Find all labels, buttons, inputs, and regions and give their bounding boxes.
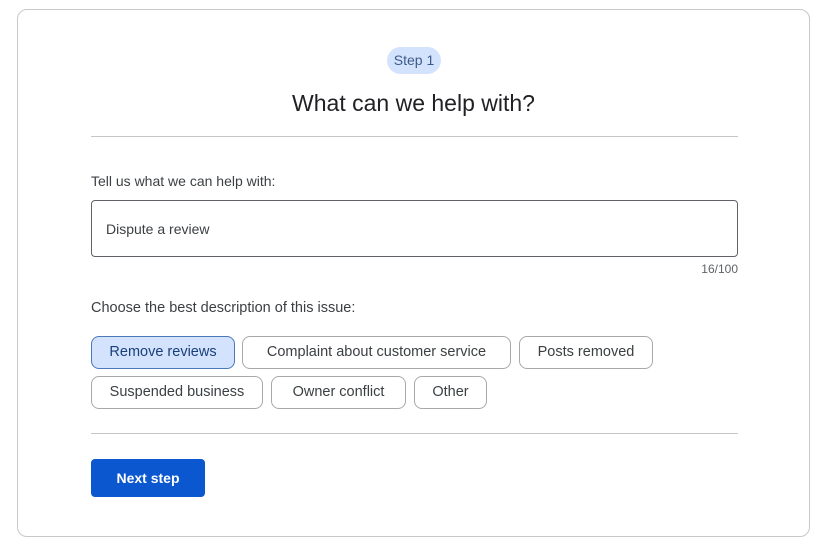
chip-complaint-customer-service[interactable]: Complaint about customer service	[242, 336, 511, 369]
step-badge: Step 1	[387, 47, 441, 74]
chip-other[interactable]: Other	[414, 376, 487, 409]
chip-owner-conflict[interactable]: Owner conflict	[271, 376, 406, 409]
help-field-label: Tell us what we can help with:	[91, 173, 276, 189]
chip-remove-reviews[interactable]: Remove reviews	[91, 336, 235, 369]
header-divider	[91, 136, 738, 137]
help-input[interactable]	[91, 200, 738, 257]
chip-suspended-business[interactable]: Suspended business	[91, 376, 263, 409]
chip-posts-removed[interactable]: Posts removed	[519, 336, 653, 369]
page-title: What can we help with?	[292, 90, 535, 116]
character-counter: 16/100	[701, 262, 738, 276]
next-step-button[interactable]: Next step	[91, 459, 205, 497]
footer-divider	[91, 433, 738, 434]
issue-description-label: Choose the best description of this issu…	[91, 300, 356, 316]
